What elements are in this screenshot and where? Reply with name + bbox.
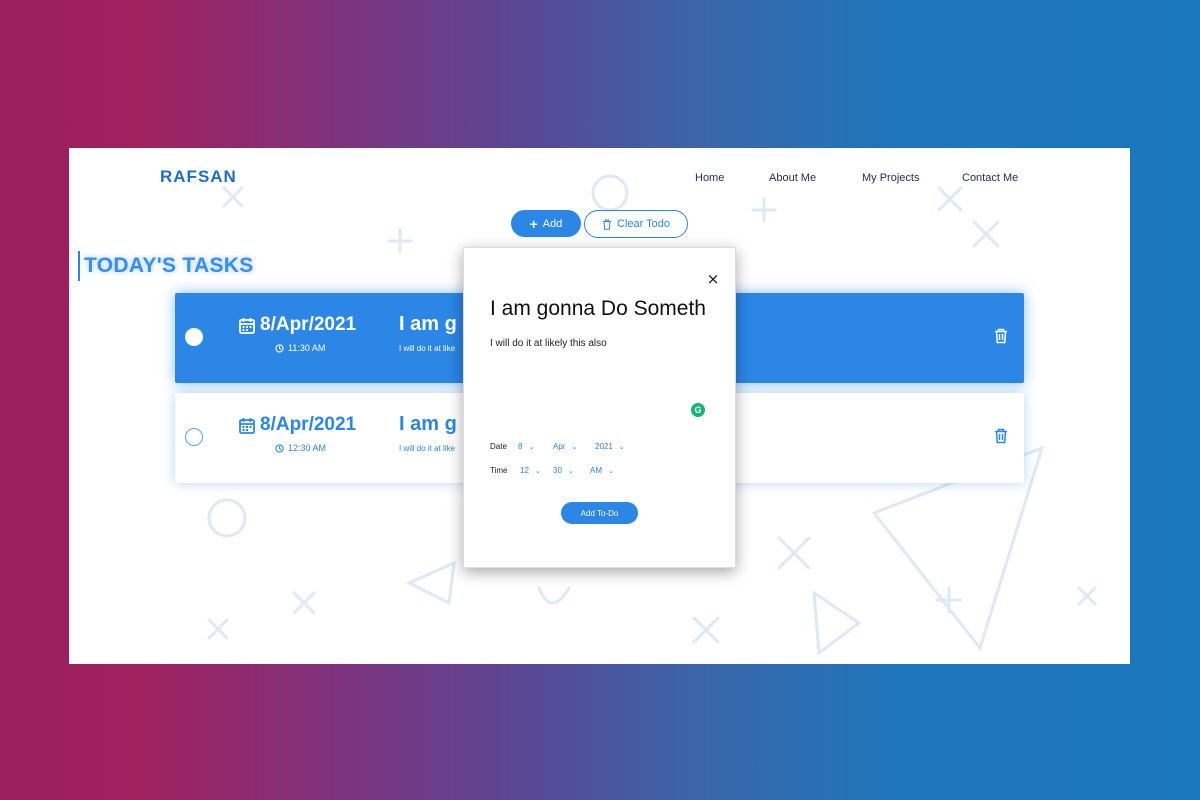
- nav-home[interactable]: Home: [695, 172, 724, 184]
- hour-select-value: 12: [520, 466, 529, 475]
- grammarly-icon[interactable]: G: [691, 403, 705, 417]
- clock-icon: [275, 443, 284, 453]
- chevron-down-icon: ⌄: [528, 444, 535, 451]
- period-select-value: AM: [590, 466, 602, 475]
- site-logo[interactable]: RAFSAN: [160, 167, 237, 187]
- year-select[interactable]: 2021 ⌄: [595, 442, 625, 451]
- date-label: Date: [490, 442, 507, 451]
- task-title: I am g: [399, 413, 457, 435]
- clock-icon: [275, 343, 284, 353]
- task-time-text: 12:30 AM: [288, 443, 327, 453]
- minute-select[interactable]: 30 ⌄: [553, 466, 574, 475]
- task-time: 12:30 AM: [275, 441, 326, 455]
- year-select-value: 2021: [595, 442, 613, 451]
- calendar-icon: [239, 417, 255, 434]
- task-checkbox[interactable]: [185, 328, 203, 346]
- calendar-icon: [239, 317, 255, 334]
- nav-about-me[interactable]: About Me: [769, 172, 816, 184]
- nav-contact-me[interactable]: Contact Me: [962, 172, 1018, 184]
- task-checkbox[interactable]: [185, 428, 203, 446]
- task-date: 8/Apr/2021: [239, 313, 356, 337]
- chevron-down-icon: ⌄: [534, 468, 541, 475]
- add-button[interactable]: + Add: [511, 210, 581, 237]
- task-time-text: 11:30 AM: [288, 343, 326, 353]
- task-title: I am g: [399, 313, 457, 335]
- trash-icon: [603, 219, 611, 230]
- chevron-down-icon: ⌄: [567, 468, 574, 475]
- time-label: Time: [490, 466, 508, 475]
- hour-select[interactable]: 12 ⌄: [520, 466, 541, 475]
- task-date: 8/Apr/2021: [239, 413, 356, 437]
- task-time: 11:30 AM: [275, 341, 325, 355]
- task-date-text: 8/Apr/2021: [260, 414, 357, 435]
- task-description: I will do it at like: [399, 344, 456, 353]
- task-date-text: 8/Apr/2021: [260, 314, 357, 335]
- month-select[interactable]: Apr ⌄: [553, 442, 577, 451]
- todo-description-input[interactable]: I will do it at likely this also: [490, 338, 710, 349]
- close-icon[interactable]: ×: [706, 272, 720, 287]
- todo-title-input[interactable]: I am gonna Do Someth: [490, 297, 720, 321]
- nav-my-projects[interactable]: My Projects: [862, 172, 919, 184]
- delete-icon[interactable]: [994, 428, 1008, 444]
- add-button-label: Add: [542, 217, 563, 230]
- minute-select-value: 30: [553, 466, 562, 475]
- clear-todo-button[interactable]: Clear Todo: [584, 210, 688, 238]
- clear-todo-label: Clear Todo: [617, 218, 670, 230]
- chevron-down-icon: ⌄: [608, 468, 614, 475]
- add-todo-button[interactable]: Add To-Do: [561, 502, 638, 524]
- delete-icon[interactable]: [994, 328, 1008, 344]
- month-select-value: Apr: [553, 442, 566, 451]
- plus-icon: +: [529, 215, 538, 232]
- page-title: TODAY'S TASKS: [78, 251, 254, 281]
- period-select[interactable]: AM ⌄: [590, 466, 614, 475]
- day-select[interactable]: 8 ⌄: [518, 442, 534, 451]
- chevron-down-icon: ⌄: [571, 444, 578, 451]
- task-description: I will do it at like: [399, 444, 456, 453]
- day-select-value: 8: [518, 442, 523, 451]
- chevron-down-icon: ⌄: [618, 444, 625, 451]
- add-todo-modal: × I am gonna Do Someth I will do it at l…: [463, 247, 736, 568]
